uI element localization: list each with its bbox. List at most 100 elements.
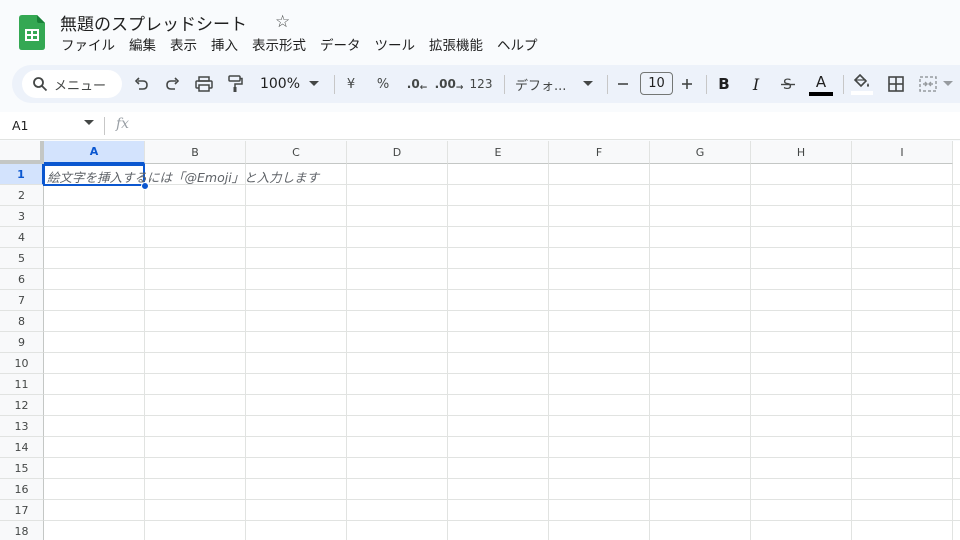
redo-button[interactable]	[162, 65, 184, 103]
column-header-d[interactable]: D	[347, 141, 448, 164]
strikethrough-icon: S	[781, 77, 795, 92]
document-title[interactable]: 無題のスプレッドシート	[60, 10, 247, 35]
row-header[interactable]: 18	[0, 521, 44, 540]
fill-handle[interactable]	[141, 182, 149, 190]
row-header[interactable]: 4	[0, 227, 44, 248]
text-color-glyph: A	[815, 72, 827, 91]
spreadsheet-grid: A B C D E F G H I 1 2 3 4 5 6 7 8 9 10 1…	[0, 141, 960, 540]
currency-format-button[interactable]: ¥	[342, 65, 360, 103]
decrease-font-size-button[interactable]	[615, 65, 631, 103]
fill-color-button[interactable]	[850, 65, 874, 103]
increase-decimal-button[interactable]: .00 →	[434, 65, 464, 103]
row-header[interactable]: 9	[0, 332, 44, 353]
menu-help[interactable]: ヘルプ	[490, 35, 545, 57]
merge-cells-button[interactable]	[918, 65, 938, 103]
toolbar-divider	[706, 75, 707, 94]
row-header[interactable]: 3	[0, 206, 44, 227]
row-header[interactable]: 6	[0, 269, 44, 290]
search-label: メニュー	[54, 78, 107, 94]
menu-data[interactable]: データ	[313, 35, 368, 57]
toolbar-divider	[334, 75, 335, 94]
zoom-dropdown[interactable]	[308, 65, 320, 103]
chevron-down-icon	[943, 81, 953, 86]
borders-button[interactable]	[886, 65, 906, 103]
menu-extensions[interactable]: 拡張機能	[422, 35, 490, 57]
merge-cells-dropdown[interactable]	[942, 65, 954, 103]
increase-font-size-button[interactable]	[679, 65, 695, 103]
menu-insert[interactable]: 挿入	[204, 35, 245, 57]
decrease-decimal-label: .0	[406, 77, 420, 91]
row-header[interactable]: 5	[0, 248, 44, 269]
undo-button[interactable]	[130, 65, 152, 103]
paint-format-button[interactable]	[224, 65, 246, 103]
star-icon[interactable]: ☆	[275, 11, 290, 33]
search-icon	[33, 77, 48, 92]
borders-icon	[888, 76, 904, 92]
menu-format[interactable]: 表示形式	[245, 35, 313, 57]
menu-file[interactable]: ファイル	[54, 35, 122, 57]
toolbar-divider	[607, 75, 608, 94]
font-family-dropdown[interactable]	[582, 65, 594, 103]
toolbar-divider	[843, 75, 844, 94]
merge-cells-icon	[919, 76, 937, 92]
row-header[interactable]: 15	[0, 458, 44, 479]
percent-format-button[interactable]: %	[374, 65, 392, 103]
column-header-e[interactable]: E	[448, 141, 549, 164]
menu-edit[interactable]: 編集	[122, 35, 163, 57]
paint-format-icon	[228, 75, 243, 92]
row-header[interactable]: 12	[0, 395, 44, 416]
row-header[interactable]: 13	[0, 416, 44, 437]
column-header-c[interactable]: C	[246, 141, 347, 164]
row-header[interactable]: 2	[0, 185, 44, 206]
menu-search[interactable]: メニュー	[22, 70, 122, 98]
row-header[interactable]: 1	[0, 164, 44, 185]
cell-area[interactable]	[44, 164, 960, 540]
arrow-right-icon: →	[455, 83, 464, 93]
decrease-decimal-button[interactable]: .0 ←	[405, 65, 429, 103]
toolbar-divider	[504, 75, 505, 94]
menu-view[interactable]: 表示	[163, 35, 204, 57]
column-header-a[interactable]: A	[44, 141, 145, 164]
row-header[interactable]: 11	[0, 374, 44, 395]
column-header-b[interactable]: B	[145, 141, 246, 164]
column-headers: A B C D E F G H I	[44, 141, 953, 164]
fill-color-swatch	[851, 90, 873, 95]
increase-decimal-label: .00	[434, 77, 456, 91]
bold-button[interactable]: B	[714, 65, 734, 103]
column-header-i[interactable]: I	[852, 141, 953, 164]
chevron-down-icon	[583, 81, 593, 86]
row-header[interactable]: 14	[0, 437, 44, 458]
row-headers: 1 2 3 4 5 6 7 8 9 10 11 12 13 14 15 16 1…	[0, 164, 44, 540]
emoji-hint-placeholder: 絵文字を挿入するには「@Emoji」と入力します	[47, 170, 320, 185]
print-icon	[195, 76, 213, 92]
strikethrough-button[interactable]: S	[778, 65, 798, 103]
italic-button[interactable]: I	[746, 65, 766, 103]
row-header[interactable]: 7	[0, 290, 44, 311]
fill-color-icon	[853, 73, 869, 87]
redo-icon	[166, 77, 180, 90]
arrow-left-icon: ←	[419, 83, 428, 93]
formula-divider	[104, 117, 105, 135]
font-family-select[interactable]: デフォ...	[515, 65, 575, 103]
row-header[interactable]: 17	[0, 500, 44, 521]
toolbar: メニュー 100% ¥ % .0 ← .00 → 123 デフォ... 10 B…	[12, 65, 960, 103]
select-all-corner[interactable]	[0, 141, 44, 164]
number-format-button[interactable]: 123	[468, 65, 494, 103]
print-button[interactable]	[193, 65, 215, 103]
zoom-value[interactable]: 100%	[259, 65, 301, 103]
row-header[interactable]: 16	[0, 479, 44, 500]
text-color-button[interactable]: A	[808, 65, 834, 103]
column-header-h[interactable]: H	[751, 141, 852, 164]
row-header[interactable]: 10	[0, 353, 44, 374]
name-box[interactable]: A1	[12, 118, 29, 133]
plus-icon	[682, 79, 692, 89]
chevron-down-icon	[309, 81, 319, 86]
menu-tools[interactable]: ツール	[368, 35, 423, 57]
column-header-g[interactable]: G	[650, 141, 751, 164]
column-header-f[interactable]: F	[549, 141, 650, 164]
undo-icon	[134, 77, 148, 90]
sheets-logo-icon[interactable]	[19, 15, 45, 50]
row-header[interactable]: 8	[0, 311, 44, 332]
font-size-input[interactable]: 10	[640, 72, 673, 95]
chevron-down-icon[interactable]	[84, 120, 94, 126]
